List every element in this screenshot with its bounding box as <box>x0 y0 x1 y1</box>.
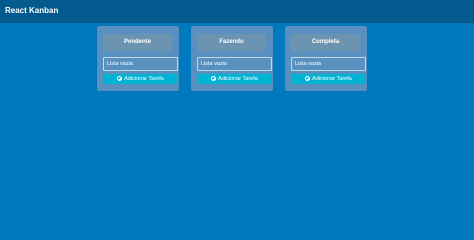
empty-list-message: Lista vazia <box>197 57 272 71</box>
add-task-label: Adicionar Tarefa <box>218 76 258 82</box>
add-task-button[interactable]: Adicionar Tarefa <box>103 74 178 84</box>
column-completa: Completa Lista vazia Adicionar Tarefa <box>285 26 367 91</box>
add-task-label: Adicionar Tarefa <box>312 76 352 82</box>
column-fazendo: Fazendo Lista vazia Adicionar Tarefa <box>191 26 273 91</box>
nav-glyph: ' <box>8 0 10 3</box>
column-title: Fazendo <box>197 34 266 51</box>
add-task-label: Adicionar Tarefa <box>124 76 164 82</box>
column-pendente: Pendente Lista vazia Adicionar Tarefa <box>97 26 179 91</box>
plus-circle-icon <box>117 76 123 81</box>
add-task-button[interactable]: Adicionar Tarefa <box>291 74 366 84</box>
plus-circle-icon <box>305 76 311 81</box>
kanban-board: Pendente Lista vazia Adicionar Tarefa Fa… <box>0 22 474 217</box>
plus-circle-icon <box>211 76 217 81</box>
add-task-button[interactable]: Adicionar Tarefa <box>197 74 272 84</box>
app-title: React Kanban <box>5 6 59 15</box>
empty-list-message: Lista vazia <box>291 57 366 71</box>
empty-list-message: Lista vazia <box>103 57 178 71</box>
column-title: Completa <box>291 34 360 51</box>
navbar: ' React Kanban <box>0 0 474 23</box>
column-title: Pendente <box>103 34 172 51</box>
